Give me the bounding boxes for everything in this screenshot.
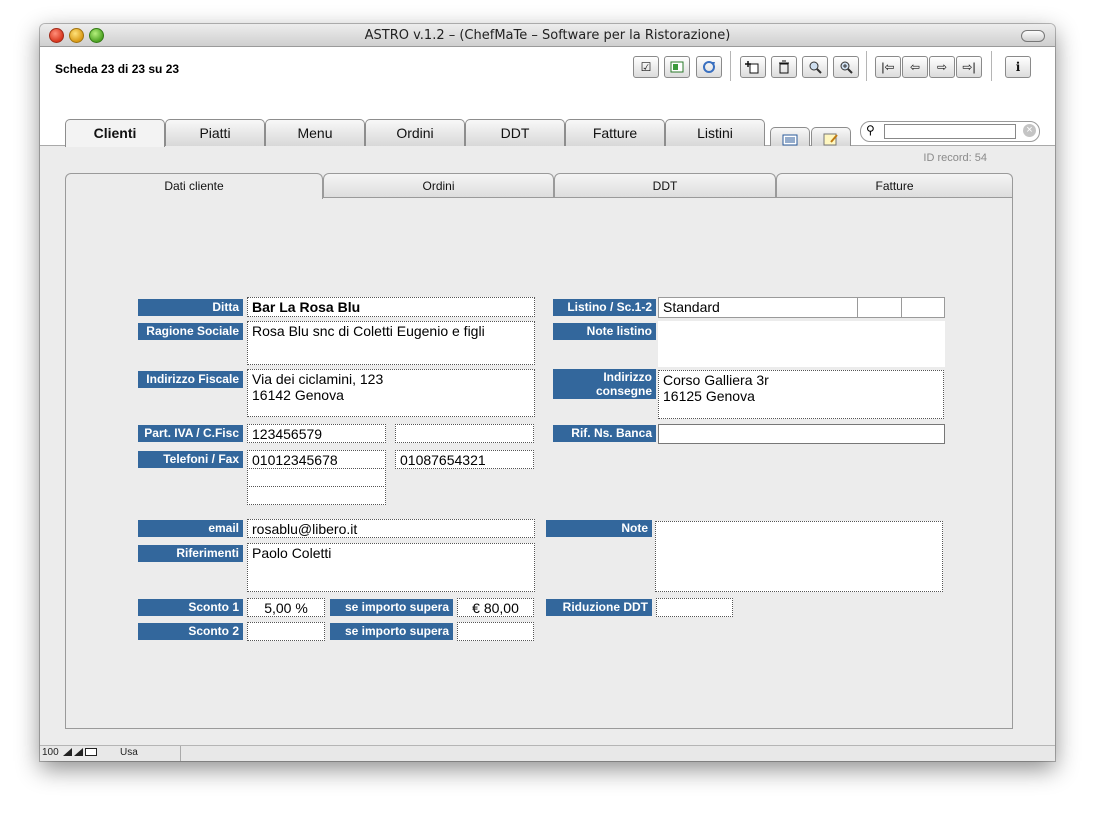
label-email: email <box>138 520 243 537</box>
sconto-2-field[interactable] <box>247 622 325 641</box>
info-icon[interactable]: i <box>1005 56 1031 78</box>
toolbar-separator <box>991 51 992 81</box>
note-listino-field[interactable] <box>658 321 945 367</box>
subtab-ordini[interactable]: Ordini <box>323 173 554 198</box>
toolbar-toggle-button[interactable] <box>1021 30 1045 42</box>
record-count: Scheda 23 di 23 su 23 <box>55 62 180 76</box>
subtab-ddt[interactable]: DDT <box>554 173 776 198</box>
status-toggle-icon[interactable] <box>85 748 97 756</box>
window-title: ASTRO v.1.2 – (ChefMaTe – Software per l… <box>364 28 731 43</box>
zoom-icon[interactable] <box>833 56 859 78</box>
label-listino: Listino / Sc.1-2 <box>553 299 656 316</box>
partita-iva-field[interactable]: 123456579 <box>247 424 386 443</box>
refresh-icon[interactable] <box>696 56 722 78</box>
label-indirizzo-fiscale: Indirizzo Fiscale <box>138 371 243 388</box>
codice-fiscale-field[interactable] <box>395 424 534 443</box>
zoom-in-icon[interactable] <box>74 748 83 756</box>
tab-menu[interactable]: Menu <box>265 119 365 146</box>
email-field[interactable]: rosablu@libero.it <box>247 519 535 538</box>
rif-banca-field[interactable] <box>658 424 945 444</box>
main-tabs: Clienti Piatti Menu Ordini DDT Fatture L… <box>40 107 1055 147</box>
telefono-3-field[interactable] <box>247 486 386 505</box>
last-record-icon[interactable]: ⇨| <box>956 56 982 78</box>
new-record-icon[interactable] <box>740 56 766 78</box>
note-edit-icon[interactable] <box>811 127 851 146</box>
title-bar: ASTRO v.1.2 – (ChefMaTe – Software per l… <box>40 24 1055 47</box>
app-window: ASTRO v.1.2 – (ChefMaTe – Software per l… <box>40 24 1055 761</box>
label-ditta: Ditta <box>138 299 243 316</box>
label-se-importo-supera-1: se importo supera <box>330 599 453 616</box>
search-input[interactable] <box>884 124 1016 139</box>
label-note-listino: Note listino <box>553 323 656 340</box>
label-telefoni: Telefoni / Fax <box>138 451 243 468</box>
checkbox-icon[interactable]: ☑ <box>633 56 659 78</box>
zoom-controls[interactable] <box>63 748 99 759</box>
toolbar-separator <box>866 51 867 81</box>
listino-field[interactable]: Standard <box>658 297 858 318</box>
label-riduzione-ddt: Riduzione DDT <box>546 599 652 616</box>
subtab-dati-cliente[interactable]: Dati cliente <box>65 173 323 199</box>
label-rif-banca: Rif. Ns. Banca <box>553 425 656 442</box>
telefono-field[interactable]: 01012345678 <box>247 450 386 469</box>
status-divider <box>180 746 181 761</box>
zoom-level[interactable]: 100 <box>42 747 59 758</box>
mode-indicator: Usa <box>120 747 138 758</box>
label-indirizzo-consegne-line-1: Indirizzo <box>603 370 652 384</box>
telefono-2-field[interactable] <box>247 468 386 487</box>
trash-icon[interactable] <box>771 56 797 78</box>
label-se-importo-supera-2: se importo supera <box>330 623 453 640</box>
export-icon[interactable] <box>664 56 690 78</box>
tab-ddt[interactable]: DDT <box>465 119 565 146</box>
clear-search-icon[interactable]: × <box>1023 124 1036 137</box>
riduzione-ddt-field[interactable] <box>656 598 733 617</box>
riferimenti-field[interactable]: Paolo Coletti <box>247 543 535 592</box>
ragione-sociale-field[interactable]: Rosa Blu snc di Coletti Eugenio e figli <box>247 321 535 365</box>
sc1-field[interactable] <box>857 297 902 318</box>
note-field[interactable] <box>655 521 943 592</box>
label-indirizzo-consegne-line-2: consegne <box>595 384 652 398</box>
search-icon: ⚲ <box>866 123 875 137</box>
fax-field[interactable]: 01087654321 <box>395 450 534 469</box>
tab-piatti[interactable]: Piatti <box>165 119 265 146</box>
label-partita-iva: Part. IVA / C.Fisc <box>138 425 243 442</box>
label-note: Note <box>546 520 652 537</box>
first-record-icon[interactable]: |⇦ <box>875 56 901 78</box>
importo-1-field[interactable]: € 80,00 <box>457 598 534 617</box>
id-record: ID record: 54 <box>923 152 987 164</box>
tab-fatture[interactable]: Fatture <box>565 119 665 146</box>
sc2-field[interactable] <box>901 297 945 318</box>
tab-listini[interactable]: Listini <box>665 119 765 146</box>
status-bar: 100 Usa <box>40 745 1055 761</box>
tab-clienti[interactable]: Clienti <box>65 119 165 147</box>
importo-2-field[interactable] <box>457 622 534 641</box>
label-riferimenti: Riferimenti <box>138 545 243 562</box>
subtab-fatture[interactable]: Fatture <box>776 173 1013 198</box>
toolbar-separator <box>730 51 731 81</box>
zoom-out-icon[interactable] <box>63 748 72 756</box>
label-indirizzo-consegne: Indirizzo consegne <box>553 369 656 399</box>
next-record-icon[interactable]: ⇨ <box>929 56 955 78</box>
sconto-1-field[interactable]: 5,00 % <box>247 598 325 617</box>
label-sconto-2: Sconto 2 <box>138 623 243 640</box>
indirizzo-consegne-field[interactable]: Corso Galliera 3r 16125 Genova <box>658 370 944 419</box>
indirizzo-fiscale-field[interactable]: Via dei ciclamini, 123 16142 Genova <box>247 369 535 417</box>
toolbar: Scheda 23 di 23 su 23 ☑ |⇦ ⇦ ⇨ ⇨| i <box>40 47 1055 107</box>
label-sconto-1: Sconto 1 <box>138 599 243 616</box>
label-ragione-sociale: Ragione Sociale <box>138 323 243 340</box>
ditta-field[interactable]: Bar La Rosa Blu <box>247 297 535 317</box>
find-icon[interactable] <box>802 56 828 78</box>
search-box: ⚲ × <box>860 121 1040 142</box>
list-view-icon[interactable] <box>770 127 810 146</box>
tab-ordini[interactable]: Ordini <box>365 119 465 146</box>
prev-record-icon[interactable]: ⇦ <box>902 56 928 78</box>
